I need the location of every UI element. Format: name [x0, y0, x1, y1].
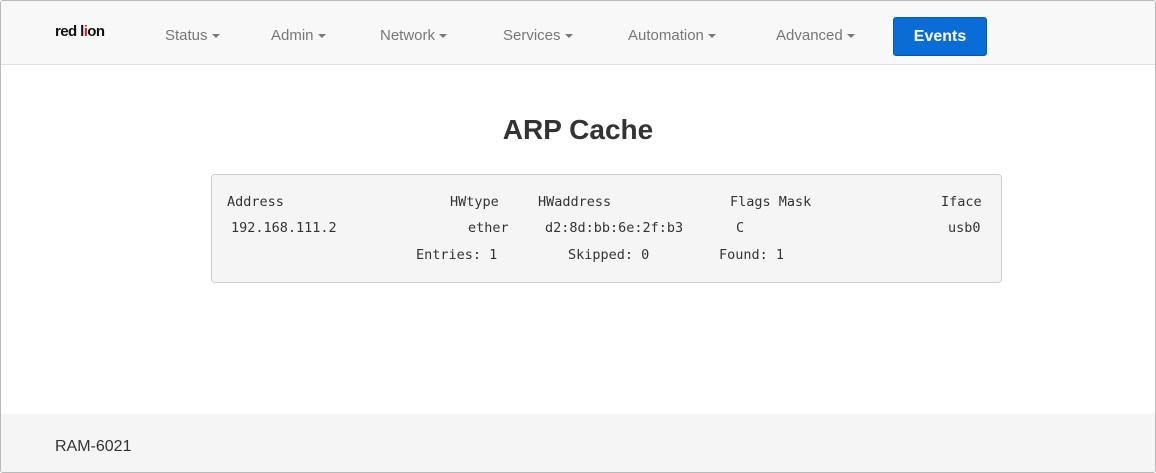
caret-down-icon: [564, 34, 573, 39]
row-address: 192.168.111.2: [231, 220, 337, 236]
device-model: RAM-6021: [55, 438, 132, 455]
nav-advanced-menu[interactable]: Advanced: [776, 27, 855, 44]
nav-label: Advanced: [776, 27, 843, 44]
nav-status-menu[interactable]: Status: [165, 27, 220, 44]
row-hwaddress: d2:8d:bb:6e:2f:b3: [545, 220, 684, 236]
caret-down-icon: [317, 34, 326, 39]
header-flags-mask: Flags Mask: [730, 194, 812, 210]
events-button[interactable]: Events: [893, 17, 987, 56]
caret-down-icon: [211, 34, 220, 39]
summary-entries: Entries: 1: [416, 247, 498, 263]
nav-automation-menu[interactable]: Automation: [628, 27, 716, 44]
row-iface: usb0: [948, 220, 981, 236]
logo-text-end: on: [87, 23, 105, 40]
footer: RAM-6021: [1, 414, 1155, 472]
row-hwtype: ether: [468, 220, 509, 236]
nav-admin-menu[interactable]: Admin: [271, 27, 326, 44]
nav-label: Services: [503, 27, 561, 44]
browser-frame: red l i on Status Admin Network Services A…: [0, 0, 1156, 473]
nav-label: Status: [165, 27, 208, 44]
nav-label: Network: [380, 27, 436, 44]
caret-down-icon: [707, 34, 716, 39]
redlion-logo[interactable]: red l i on: [55, 23, 105, 40]
header-hwtype: HWtype: [450, 194, 499, 210]
summary-skipped: Skipped: 0: [568, 247, 650, 263]
nav-label: Admin: [271, 27, 314, 44]
nav-network-menu[interactable]: Network: [380, 27, 448, 44]
row-flags: C: [736, 220, 745, 236]
caret-down-icon: [846, 34, 855, 39]
page-title: ARP Cache: [502, 114, 654, 145]
nav-label: Automation: [628, 27, 704, 44]
logo-text: red l: [55, 23, 84, 40]
caret-down-icon: [439, 34, 448, 39]
arp-cache-output: Address HWtype HWaddress Flags Mask Ifac…: [211, 174, 1002, 283]
nav-services-menu[interactable]: Services: [503, 27, 573, 44]
header-iface: Iface: [941, 194, 982, 210]
summary-found: Found: 1: [719, 247, 785, 263]
top-navbar: red l i on Status Admin Network Services A…: [1, 1, 1155, 65]
header-hwaddress: HWaddress: [538, 194, 612, 210]
header-address: Address: [227, 194, 284, 210]
